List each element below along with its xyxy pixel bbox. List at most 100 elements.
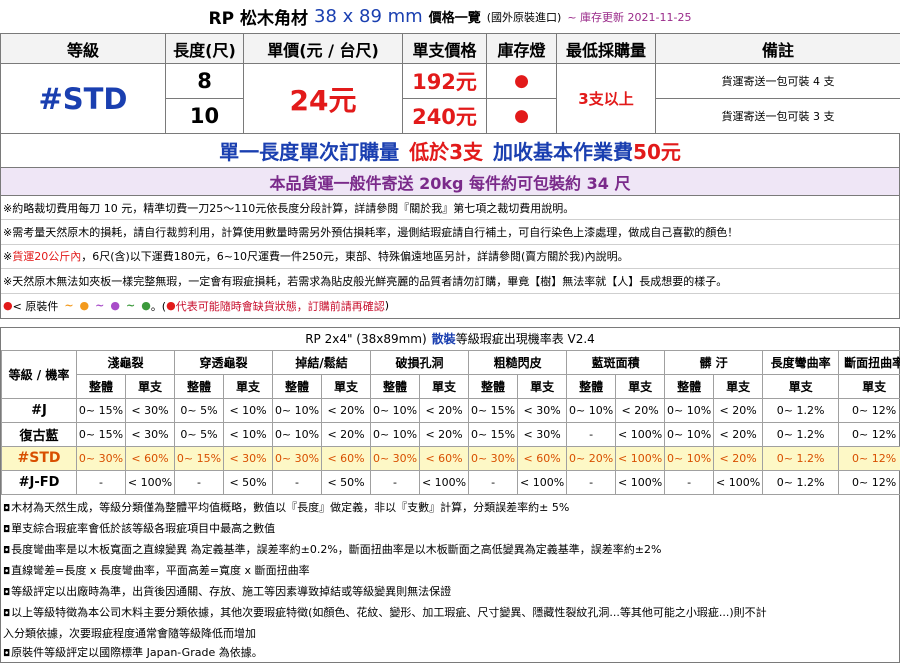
legend-warning: 代表可能隨時會缺貨狀態，訂購前請再確認: [175, 299, 385, 313]
rate-cell: < 20%: [321, 397, 372, 423]
footnote-text: 單支綜合瑕疵率會低於該等級各瑕疵項目中最高之數值: [11, 521, 276, 535]
note-cell: 貨運寄送一包可裝 3 支: [655, 98, 900, 134]
legend-warning-dot-icon: ●: [166, 299, 176, 313]
rate-cell: < 30%: [517, 421, 568, 447]
rate-cell: -: [664, 469, 715, 495]
title-size: 38 x 89 mm: [314, 6, 423, 27]
corner-label: 等級 / 機率: [1, 349, 77, 399]
rate-cell: < 100%: [517, 469, 568, 495]
banner-part1: 單一長度單次訂購量: [219, 140, 400, 164]
rate-cell: < 50%: [321, 469, 372, 495]
footnote-text: 以上等級特徵為本公司木料主要分類依據，其他次要瑕疵特徵(如顏色、花紋、變形、加工…: [11, 605, 767, 619]
footnote-continuation: 入分類依據，次要瑕疵程度通常會隨等級降低而增加: [3, 626, 256, 640]
rate-cell: < 20%: [713, 397, 764, 423]
rate-cell: 0~ 1.2%: [762, 445, 840, 471]
length-cell: 8: [165, 63, 244, 99]
sub-single: 單支: [615, 373, 666, 399]
rate-cell: < 20%: [419, 421, 470, 447]
stock-light-icon: ●: [486, 98, 557, 134]
rate-cell: 0~ 12%: [838, 421, 900, 447]
title-brand: RP 松木角材: [208, 9, 308, 29]
footnote-text: 直線彎差=長度 x 長度彎曲率，平面高差=寬度 x 斷面扭曲率: [11, 563, 310, 577]
price-table: 等級 長度(尺) 單價(元 / 台尺) 單支價格 庫存燈 最低採購量 備註 #S…: [0, 33, 900, 134]
category-header: 掉結/鬆結: [272, 349, 372, 375]
row-grade: #J: [1, 397, 77, 423]
sub-whole: 整體: [174, 373, 225, 399]
header-stock: 庫存燈: [486, 33, 557, 64]
rate-cell: < 20%: [321, 421, 372, 447]
category-header: 破損孔洞: [370, 349, 470, 375]
defect-row-vintage-blue: 復古藍 0~ 15% < 30% 0~ 5% < 10% 0~ 10% < 20…: [1, 421, 900, 447]
page-title: RP 松木角材 38 x 89 mm 價格一覽 (國外原裝進口) ~ 庫存更新 …: [0, 0, 900, 33]
note-highlight: 貨運20公斤內: [12, 250, 82, 264]
bullet-icon: ◘: [3, 566, 11, 577]
bullet-icon: ◘: [3, 524, 11, 535]
rate-cell: < 60%: [321, 445, 372, 471]
rate-cell: < 30%: [223, 445, 274, 471]
page: RP 松木角材 38 x 89 mm 價格一覽 (國外原裝進口) ~ 庫存更新 …: [0, 0, 900, 664]
title-origin: (國外原裝進口): [486, 10, 562, 24]
row-grade: #STD: [1, 445, 77, 471]
price-cell: 240元: [402, 98, 487, 134]
rate-cell: -: [370, 469, 421, 495]
rate-cell: < 100%: [615, 469, 666, 495]
sub-single: 單支: [321, 373, 372, 399]
title-update: ~ 庫存更新 2021-11-25: [567, 10, 692, 24]
note-line: ※ 貨運20公斤內 ，6尺(含)以下運費180元，6~10尺運費一件250元，東部、…: [1, 245, 899, 270]
legend-tilde: ~: [125, 299, 136, 313]
rate-cell: 0~ 12%: [838, 397, 900, 423]
rate-cell: < 20%: [713, 421, 764, 447]
sub-single: 單支: [223, 373, 274, 399]
rate-cell: < 10%: [223, 397, 274, 423]
rate-cell: 0~ 10%: [664, 421, 715, 447]
rate-cell: 0~ 15%: [468, 397, 519, 423]
rate-cell: 0~ 12%: [838, 469, 900, 495]
rate-cell: 0~ 1.2%: [762, 421, 840, 447]
sub-single: 單支: [419, 373, 470, 399]
rate-cell: 0~ 30%: [272, 445, 323, 471]
note-prefix: ※: [3, 249, 13, 263]
defect-category-row: 等級 / 機率 淺龜裂 穿透龜裂 掉結/鬆結 破損孔洞 粗糙閃皮 藍斑面積 髒 …: [1, 349, 900, 399]
rate-cell: 0~ 5%: [174, 397, 225, 423]
category-header: 髒 汙: [664, 349, 764, 375]
rate-cell: < 50%: [223, 469, 274, 495]
rate-cell: 0~ 5%: [174, 421, 225, 447]
rate-cell: 0~ 30%: [468, 445, 519, 471]
rate-cell: < 100%: [615, 445, 666, 471]
bullet-icon: ◘: [3, 648, 11, 659]
rate-cell: 0~ 12%: [838, 445, 900, 471]
header-length: 長度(尺): [165, 33, 244, 64]
header-grade: 等級: [0, 33, 166, 64]
banner-part4: 50元: [633, 140, 681, 164]
header-min-purchase: 最低採購量: [556, 33, 656, 64]
defect-row-std: #STD 0~ 30% < 60% 0~ 15% < 30% 0~ 30% < …: [1, 445, 900, 471]
rate-cell: -: [566, 421, 617, 447]
min-purchase-cell: 3支以上: [556, 63, 656, 134]
footnote: ◘長度彎曲率是以木板寬面之直線變異 為定義基準，誤差率約±0.2%，斷面扭曲率是…: [3, 542, 899, 559]
rate-cell: < 60%: [419, 445, 470, 471]
rate-cell: < 60%: [517, 445, 568, 471]
footnotes: ◘木材為天然生成，等級分類僅為整體平均值概略，數值以『長度』做定義，非以『支數』…: [1, 495, 899, 662]
grade-cell: #STD: [0, 63, 166, 134]
rate-cell: < 60%: [124, 445, 176, 471]
rate-cell: -: [76, 469, 126, 495]
rate-cell: -: [272, 469, 323, 495]
defect-row-jfd: #J-FD - < 100% - < 50% - < 50% - < 100% …: [1, 469, 900, 495]
note-line: ※天然原木無法如夾板一樣完整無瑕，一定會有瑕疵損耗，若需求為貼皮般光鮮亮麗的品質…: [1, 269, 899, 294]
header-price: 單支價格: [402, 33, 487, 64]
rate-cell: 0~ 10%: [370, 421, 421, 447]
legend-tilde: ~: [64, 299, 74, 313]
sub-single: 單支: [713, 373, 764, 399]
category-header: 藍斑面積: [566, 349, 666, 375]
title-list: 價格一覽: [428, 11, 481, 26]
rate-cell: < 100%: [124, 469, 176, 495]
defect-title-a: RP 2x4" (38x89mm): [305, 331, 427, 346]
rate-cell: < 100%: [713, 469, 764, 495]
banner-part3-wrap: 加收基本作業費50元: [493, 136, 681, 165]
banner-part2: 低於3支: [409, 140, 484, 164]
row-grade: #J-FD: [1, 469, 77, 495]
rate-cell: < 100%: [419, 469, 470, 495]
footnote: ◘木材為天然生成，等級分類僅為整體平均值概略，數值以『長度』做定義，非以『支數』…: [3, 500, 899, 517]
defect-row-j: #J 0~ 15% < 30% 0~ 5% < 10% 0~ 10% < 20%…: [1, 397, 900, 423]
rate-cell: < 20%: [419, 397, 470, 423]
